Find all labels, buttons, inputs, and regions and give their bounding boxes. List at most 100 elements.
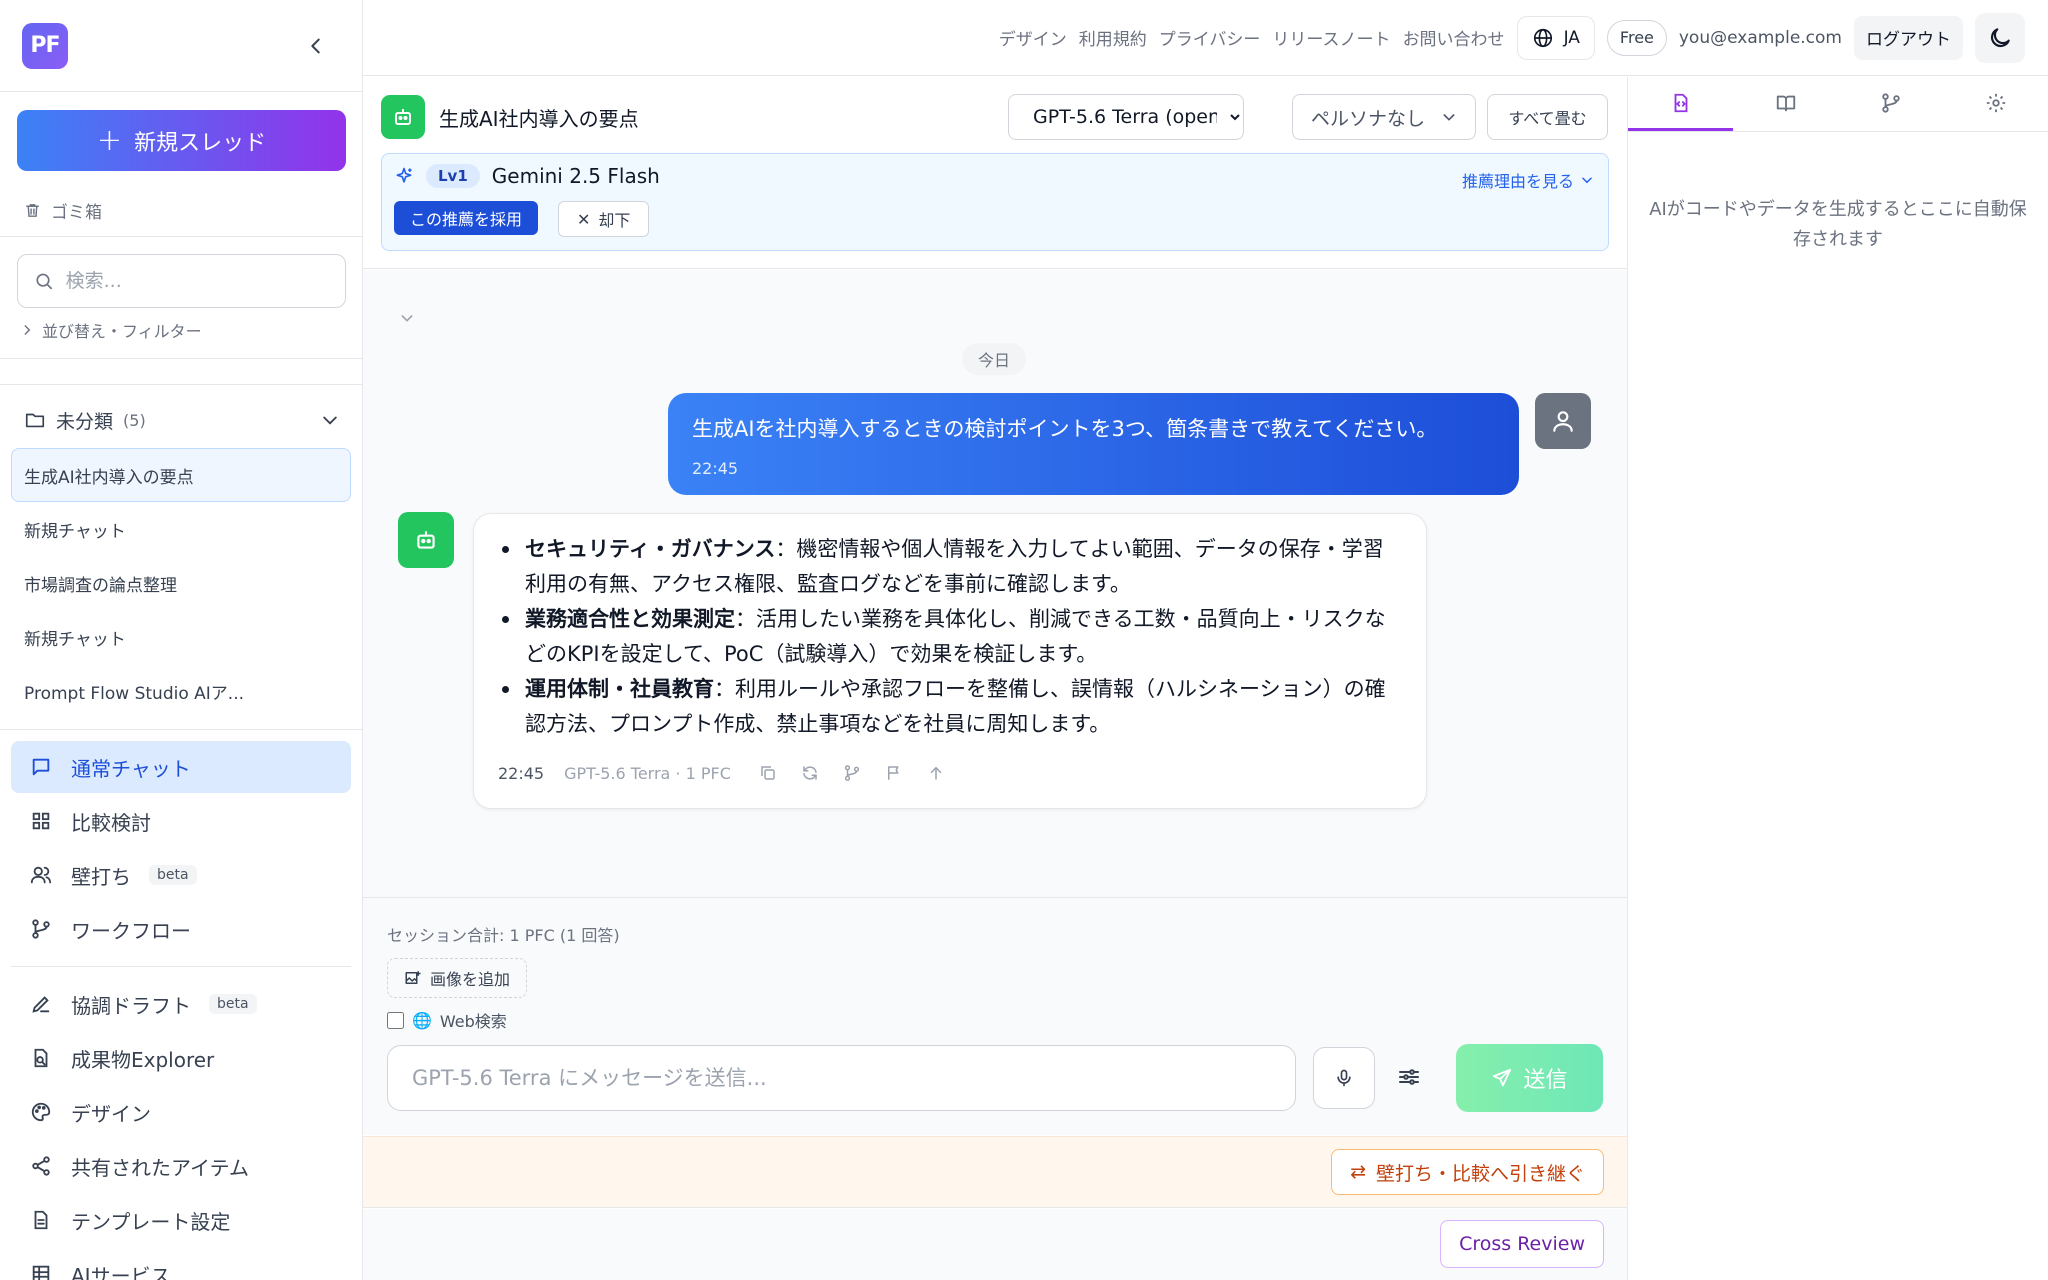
search-icon bbox=[36, 273, 53, 290]
persona-select[interactable]: ペルソナなし bbox=[1292, 94, 1476, 140]
microphone-icon bbox=[1337, 1069, 1351, 1087]
handover-label: 壁打ち・比較へ引き継ぐ bbox=[1375, 1162, 1585, 1185]
nav-artifact-explorer[interactable]: 成果物Explorer bbox=[11, 1032, 351, 1084]
book-icon bbox=[1776, 95, 1795, 111]
message-meta: 22:45 GPT-5.6 Terra · 1 PFC bbox=[498, 762, 947, 784]
thread-item[interactable]: 新規チャット bbox=[11, 502, 351, 556]
nav-brainstorm[interactable]: 壁打ち beta bbox=[11, 849, 351, 901]
assistant-avatar bbox=[398, 512, 454, 568]
nav-collab-draft[interactable]: 協調ドラフト beta bbox=[11, 978, 351, 1030]
collapse-sidebar-button[interactable] bbox=[300, 30, 332, 62]
link-design[interactable]: デザイン bbox=[999, 25, 1067, 50]
link-release-notes[interactable]: リリースノート bbox=[1272, 25, 1390, 50]
list-item: セキュリティ・ガバナンス：機密情報や個人情報を入力してよい範囲、データの保存・学… bbox=[498, 532, 1402, 602]
users-icon bbox=[29, 863, 53, 887]
user-message-text: 生成AIを社内導入するときの検討ポイントを3つ、箇条書きで教えてください。 bbox=[692, 417, 1438, 441]
nav-compare[interactable]: 比較検討 bbox=[11, 795, 351, 847]
list-item: 業務適合性と効果測定：活用したい業務を具体化し、削減できる工数・品質向上・リスク… bbox=[498, 602, 1402, 672]
level-badge: Lv1 bbox=[426, 164, 480, 188]
moon-icon bbox=[1990, 27, 2010, 47]
trash-label: ゴミ箱 bbox=[51, 203, 102, 223]
input-settings-button[interactable] bbox=[1392, 1060, 1426, 1094]
pen-icon bbox=[29, 992, 53, 1016]
language-button[interactable]: JA bbox=[1516, 15, 1595, 60]
message-input[interactable] bbox=[387, 1045, 1296, 1111]
trash-link[interactable]: ゴミ箱 bbox=[24, 198, 102, 223]
nav-label: デザイン bbox=[71, 1101, 151, 1126]
expand-toggle[interactable] bbox=[399, 310, 415, 326]
dismiss-recommendation-button[interactable]: ✕ 却下 bbox=[558, 201, 650, 237]
plus-icon: + bbox=[96, 122, 123, 158]
model-select[interactable]: GPT-5.6 Terra (openai) bbox=[1008, 94, 1244, 140]
nav-design[interactable]: デザイン bbox=[11, 1086, 351, 1138]
session-total: セッション合計: 1 PFC (1 回答) bbox=[387, 926, 620, 945]
sliders-icon bbox=[1399, 1069, 1419, 1085]
chevron-down-icon bbox=[323, 416, 337, 425]
language-label: JA bbox=[1563, 27, 1580, 48]
arrow-up-icon[interactable] bbox=[925, 762, 947, 784]
app-logo[interactable]: PF bbox=[22, 22, 68, 69]
nav-workflow[interactable]: ワークフロー bbox=[11, 903, 351, 955]
thread-item[interactable]: 新規チャット bbox=[11, 610, 351, 664]
send-button[interactable]: 送信 bbox=[1456, 1044, 1603, 1112]
thread-item[interactable]: 市場調査の論点整理 bbox=[11, 556, 351, 610]
user-message-time: 22:45 bbox=[692, 459, 739, 478]
copy-icon[interactable] bbox=[757, 762, 779, 784]
model-recommendation: Lv1 Gemini 2.5 Flash 推薦理由を見る この推薦を採用 ✕ 却… bbox=[381, 153, 1609, 251]
swap-icon: ⇄ bbox=[1350, 1161, 1366, 1183]
artifact-panel: AIがコードやデータを生成するとここに自動保存されます bbox=[1627, 77, 2048, 1280]
web-search-checkbox[interactable] bbox=[387, 1011, 404, 1029]
cross-review-button[interactable]: Cross Review bbox=[1440, 1220, 1604, 1268]
chat-bubble-icon bbox=[29, 755, 53, 779]
add-image-button[interactable]: 画像を追加 bbox=[387, 958, 528, 998]
chat-title: 生成AI社内導入の要点 bbox=[439, 106, 639, 131]
nav-ai-services[interactable]: AIサービス bbox=[11, 1248, 351, 1280]
web-search-label: Web検索 bbox=[439, 1012, 507, 1031]
tab-branches[interactable] bbox=[1838, 77, 1943, 131]
file-code-icon bbox=[1674, 93, 1687, 112]
top-links: デザイン 利用規約 プライバシー リリースノート お問い合わせ bbox=[999, 25, 1505, 50]
show-reason-link[interactable]: 推薦理由を見る bbox=[1462, 168, 1594, 192]
adopt-recommendation-button[interactable]: この推薦を採用 bbox=[394, 201, 539, 235]
theme-toggle-button[interactable] bbox=[1975, 12, 2025, 63]
collapse-all-button[interactable]: すべて畳む bbox=[1487, 94, 1608, 140]
user-message: 生成AIを社内導入するときの検討ポイントを3つ、箇条書きで教えてください。 22… bbox=[668, 393, 1519, 495]
send-label: 送信 bbox=[1523, 1068, 1568, 1093]
thread-item[interactable]: Prompt Flow Studio AIア... bbox=[11, 664, 351, 718]
date-separator: 今日 bbox=[962, 343, 1027, 375]
web-search-toggle[interactable]: 🌐 Web検索 bbox=[387, 1008, 507, 1032]
user-icon bbox=[1553, 411, 1573, 432]
flag-icon[interactable] bbox=[883, 762, 905, 784]
sort-filter-label: 並び替え・フィルター bbox=[42, 322, 202, 341]
sidebar-header: PF bbox=[0, 0, 362, 92]
bullet-heading: 運用体制・社員教育 bbox=[525, 677, 714, 701]
nav-shared-items[interactable]: 共有されたアイテム bbox=[11, 1140, 351, 1192]
thread-item[interactable]: 生成AI社内導入の要点 bbox=[11, 448, 351, 502]
chevron-left-icon bbox=[311, 38, 320, 53]
document-icon bbox=[29, 1208, 53, 1232]
logout-button[interactable]: ログアウト bbox=[1854, 15, 1963, 60]
link-terms[interactable]: 利用規約 bbox=[1079, 25, 1147, 50]
chevron-down-icon bbox=[1443, 114, 1455, 121]
tab-library[interactable] bbox=[1733, 77, 1838, 131]
nav-normal-chat[interactable]: 通常チャット bbox=[11, 741, 351, 793]
sort-filter-toggle[interactable]: 並び替え・フィルター bbox=[20, 318, 202, 342]
recommendation-header: Lv1 Gemini 2.5 Flash bbox=[394, 164, 660, 188]
new-thread-button[interactable]: + 新規スレッド bbox=[17, 110, 346, 171]
tab-settings[interactable] bbox=[1943, 77, 2048, 131]
persona-label: ペルソナなし bbox=[1311, 107, 1426, 130]
search-input[interactable] bbox=[65, 270, 329, 292]
nav-label: 協調ドラフト bbox=[71, 993, 191, 1018]
branch-icon[interactable] bbox=[841, 762, 863, 784]
grid-icon bbox=[29, 809, 53, 833]
handover-button[interactable]: ⇄ 壁打ち・比較へ引き継ぐ bbox=[1331, 1149, 1604, 1195]
folder-uncategorized[interactable]: 未分類 (5) bbox=[24, 404, 340, 436]
link-privacy[interactable]: プライバシー bbox=[1159, 25, 1261, 50]
microphone-button[interactable] bbox=[1313, 1047, 1375, 1109]
regenerate-icon[interactable] bbox=[799, 762, 821, 784]
nav-template-settings[interactable]: テンプレート設定 bbox=[11, 1194, 351, 1246]
search-box[interactable] bbox=[17, 254, 346, 308]
divider bbox=[0, 384, 362, 385]
link-contact[interactable]: お問い合わせ bbox=[1403, 25, 1505, 50]
tab-artifacts[interactable] bbox=[1628, 77, 1733, 131]
